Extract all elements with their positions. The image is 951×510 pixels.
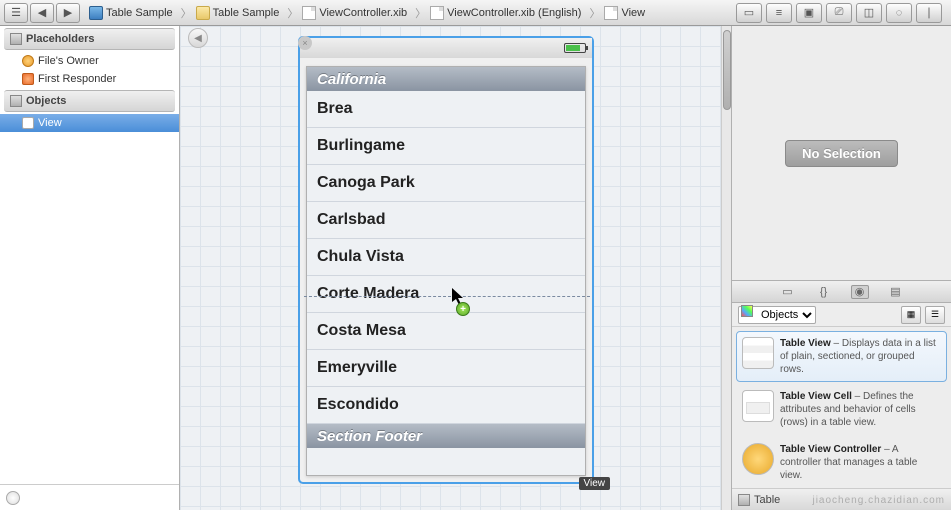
outline-item-label: File's Owner — [38, 55, 99, 67]
library-panel: ▭ {} ◉ ▤ Objects ▦ ☰ Table View – Displa… — [732, 280, 951, 510]
table-cell[interactable]: Carlsbad — [307, 202, 585, 239]
outline-item[interactable]: First Responder — [0, 70, 179, 88]
insp-attributes-icon[interactable]: ⎚ — [826, 3, 852, 23]
library-item-text: Table View – Displays data in a list of … — [780, 337, 941, 376]
toolbar: ☰ ◀ ▶ Table Sample 〉 Table Sample 〉 ViewCont… — [0, 0, 951, 26]
close-icon[interactable]: × — [298, 36, 312, 50]
insp-identity-icon[interactable]: ▣ — [796, 3, 822, 23]
breadcrumb-label: View — [621, 7, 645, 19]
folder-icon — [196, 6, 210, 20]
cube-icon — [738, 494, 750, 506]
outline-footer — [0, 484, 179, 510]
breadcrumb-label: Table Sample — [106, 7, 173, 19]
breadcrumb-item[interactable]: View — [602, 0, 651, 25]
table-cell[interactable]: Burlingame — [307, 128, 585, 165]
lib-tab-file-icon[interactable]: ▭ — [779, 285, 797, 299]
drop-indicator — [304, 296, 590, 297]
owner-icon — [22, 55, 34, 67]
table-cell[interactable]: Costa Mesa — [307, 313, 585, 350]
insp-size-icon[interactable]: ◫ — [856, 3, 882, 23]
chevron-right-icon: 〉 — [413, 5, 428, 21]
cube-icon — [10, 95, 22, 107]
no-selection-label: No Selection — [785, 140, 898, 167]
canvas[interactable]: ◀ × California BreaBurlingameCanoga Park… — [180, 26, 731, 510]
chevron-right-icon: 〉 — [587, 5, 602, 21]
document-outline: Placeholders File's Owner First Responder… — [0, 26, 180, 510]
chevron-right-icon: 〉 — [285, 5, 300, 21]
library-tabs: ▭ {} ◉ ▤ — [732, 281, 951, 303]
insp-file-icon[interactable]: ▭ — [736, 3, 762, 23]
insp-extra-icon[interactable]: ∣ — [916, 3, 942, 23]
breadcrumb-item[interactable]: Table Sample — [194, 0, 286, 25]
table-cell[interactable]: Corte Madera — [307, 276, 585, 313]
library-footer: Table — [732, 488, 951, 510]
doc-icon — [430, 6, 444, 20]
lib-list-view-button[interactable]: ☰ — [925, 306, 945, 324]
view-icon — [22, 117, 34, 129]
lib-grid-view-button[interactable]: ▦ — [901, 306, 921, 324]
breadcrumb-item[interactable]: Table Sample — [87, 0, 179, 25]
library-thumb-icon — [742, 443, 774, 475]
outline-item-label: First Responder — [38, 73, 116, 85]
library-item-text: Table View Controller – A controller tha… — [780, 443, 941, 482]
status-bar — [300, 38, 592, 58]
outline-item-label: View — [38, 117, 62, 129]
objects-swatch-icon — [741, 305, 753, 317]
library-item[interactable]: Table View – Displays data in a list of … — [736, 331, 947, 382]
insp-connections-icon[interactable]: ◌ — [886, 3, 912, 23]
nav-back-button[interactable]: ◀ — [30, 3, 54, 23]
breadcrumb: Table Sample 〉 Table Sample 〉 ViewController… — [87, 0, 651, 25]
table-cell[interactable]: Chula Vista — [307, 239, 585, 276]
lib-tab-code-icon[interactable]: {} — [815, 285, 833, 299]
section-footer: Section Footer — [307, 424, 585, 448]
library-list[interactable]: Table View – Displays data in a list of … — [732, 327, 951, 488]
device-view[interactable]: × California BreaBurlingameCanoga ParkCa… — [298, 36, 594, 484]
breadcrumb-label: Table Sample — [213, 7, 280, 19]
section-header: California — [307, 67, 585, 91]
table-cell[interactable]: Canoga Park — [307, 165, 585, 202]
doc-icon — [604, 6, 618, 20]
library-item[interactable]: Table View Cell – Defines the attributes… — [736, 384, 947, 435]
doc-icon — [302, 6, 316, 20]
breadcrumb-label: ViewController.xib (English) — [447, 7, 581, 19]
insp-quickhelp-icon[interactable]: ≡ — [766, 3, 792, 23]
breadcrumb-label: ViewController.xib — [319, 7, 407, 19]
library-item-text: Table View Cell – Defines the attributes… — [780, 390, 941, 429]
plus-badge-icon: + — [456, 302, 470, 316]
outline-item[interactable]: View — [0, 114, 179, 132]
breadcrumb-item[interactable]: ViewController.xib (English) — [428, 0, 587, 25]
filter-knob-icon[interactable] — [6, 491, 20, 505]
outline-placeholders-header[interactable]: Placeholders — [4, 28, 175, 50]
battery-icon — [564, 43, 586, 53]
library-thumb-icon — [742, 390, 774, 422]
nav-forward-button[interactable]: ▶ — [56, 3, 80, 23]
cube-icon — [10, 33, 22, 45]
canvas-nav-button[interactable]: ◀ — [188, 28, 208, 48]
inspector-panel: No Selection ▭ {} ◉ ▤ Objects ▦ ☰ Table … — [731, 26, 951, 510]
view-tag: View — [579, 477, 611, 490]
library-item[interactable]: Table View Controller – A controller tha… — [736, 437, 947, 488]
lib-tab-object-icon[interactable]: ◉ — [851, 285, 869, 299]
table-view[interactable]: California BreaBurlingameCanoga ParkCarl… — [306, 66, 586, 476]
lib-tab-media-icon[interactable]: ▤ — [887, 285, 905, 299]
table-cell[interactable]: Escondido — [307, 387, 585, 424]
chevron-right-icon: 〉 — [179, 5, 194, 21]
table-cell[interactable]: Brea — [307, 91, 585, 128]
table-cell[interactable]: Emeryville — [307, 350, 585, 387]
breadcrumb-item[interactable]: ViewController.xib — [300, 0, 413, 25]
canvas-scrollbar[interactable] — [721, 26, 731, 510]
outline-item[interactable]: File's Owner — [0, 52, 179, 70]
related-items-button[interactable]: ☰ — [4, 3, 28, 23]
xcode-icon — [89, 6, 103, 20]
responder-icon — [22, 73, 34, 85]
library-thumb-icon — [742, 337, 774, 369]
outline-objects-header[interactable]: Objects — [4, 90, 175, 112]
